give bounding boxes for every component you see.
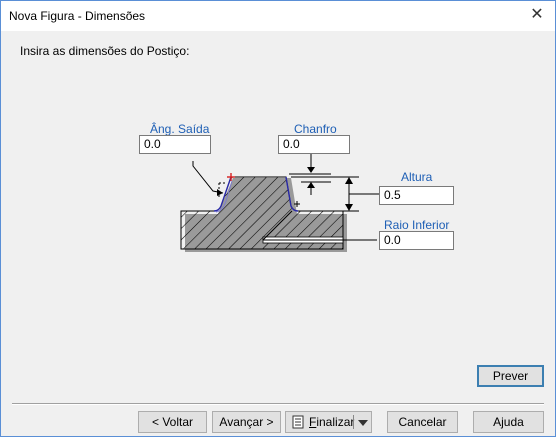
raio-inferior-label: Raio Inferior bbox=[384, 218, 450, 232]
chanfro-field[interactable]: 0.0 bbox=[278, 135, 350, 154]
finalizar-label: Finalizar bbox=[309, 415, 355, 429]
altura-label: Altura bbox=[401, 170, 433, 184]
footer-separator bbox=[12, 403, 544, 405]
dialog-window: Nova Figura - Dimensões ✕ Insira as dime… bbox=[0, 0, 556, 437]
altura-field[interactable]: 0.5 bbox=[379, 186, 454, 205]
cancelar-button[interactable]: Cancelar bbox=[387, 411, 458, 433]
document-icon bbox=[292, 415, 304, 429]
avancar-button[interactable]: Avançar > bbox=[212, 411, 281, 433]
ang-saida-label: Âng. Saída bbox=[150, 122, 210, 136]
voltar-button[interactable]: < Voltar bbox=[138, 411, 207, 433]
finalizar-button[interactable]: Finalizar bbox=[285, 411, 372, 433]
chanfro-label: Chanfro bbox=[294, 122, 337, 136]
ajuda-button[interactable]: Ajuda bbox=[473, 411, 544, 433]
dropdown-arrow-icon[interactable] bbox=[358, 420, 368, 426]
prever-button[interactable]: Prever bbox=[477, 365, 544, 387]
ang-saida-field[interactable]: 0.0 bbox=[139, 135, 211, 154]
raio-inferior-field[interactable]: 0.0 bbox=[379, 231, 454, 250]
insert-profile-diagram bbox=[180, 153, 379, 252]
